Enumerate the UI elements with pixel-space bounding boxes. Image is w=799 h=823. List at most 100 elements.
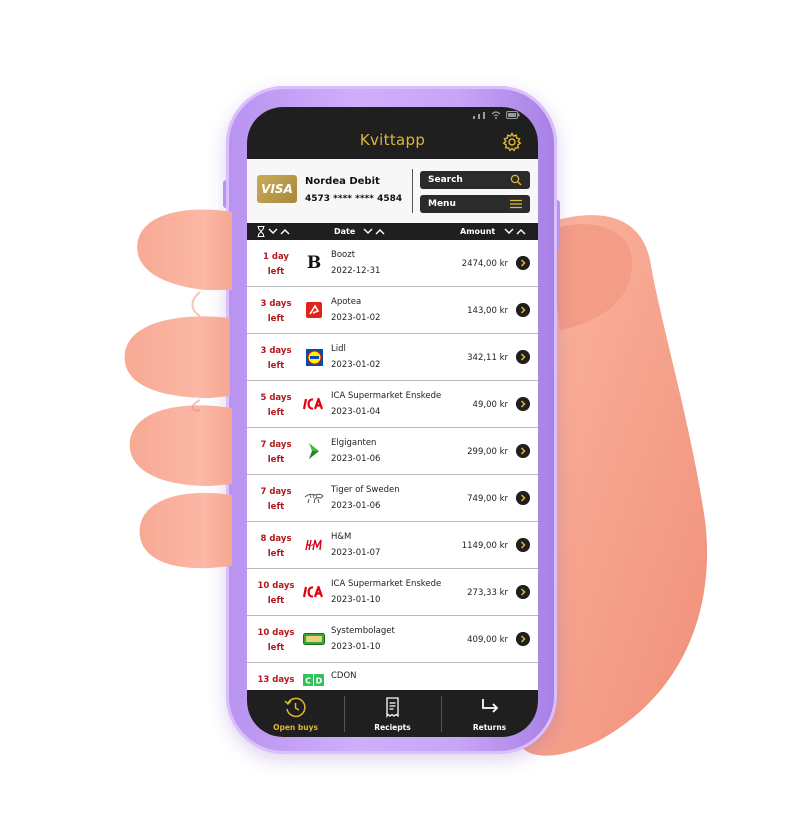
nav-label: Returns bbox=[472, 723, 507, 732]
hm-logo-icon bbox=[303, 536, 325, 554]
systembolaget-logo-icon bbox=[303, 630, 325, 648]
receipt-amount: 409,00 kr bbox=[467, 635, 508, 645]
receipt-date: 2023-01-07 bbox=[331, 548, 381, 558]
store-name: Lidl bbox=[331, 344, 346, 354]
nav-label: Reciepts bbox=[374, 723, 411, 732]
receipt-date: 2023-01-04 bbox=[331, 407, 381, 417]
days-count: 1 day bbox=[263, 252, 289, 262]
store-name: Boozt bbox=[331, 250, 356, 260]
cdon-logo-icon: CD bbox=[303, 671, 325, 689]
receipt-row[interactable]: 1 day left B Boozt 2022-12-31 2474,00 kr bbox=[247, 240, 538, 287]
elgiganten-logo-icon bbox=[303, 442, 325, 460]
receipt-date: 2023-01-06 bbox=[331, 454, 381, 464]
days-left: 10 days left bbox=[251, 626, 301, 656]
receipt-row[interactable]: 3 days left Apotea 2023-01-02 143,00 kr bbox=[247, 287, 538, 334]
days-suffix: left bbox=[267, 502, 285, 512]
days-count: 3 days bbox=[260, 299, 292, 309]
days-count: 3 days bbox=[260, 346, 292, 356]
receipt-row[interactable]: 7 days left Tiger of Sweden 2023-01-06 74… bbox=[247, 475, 538, 522]
apotea-logo-icon bbox=[303, 301, 325, 319]
receipt-row[interactable]: 10 days left ICA Supermarket Enskede 2023… bbox=[247, 569, 538, 616]
days-left: 3 days left bbox=[251, 344, 301, 374]
clock-history-icon bbox=[284, 697, 306, 718]
receipt-row[interactable]: 5 days left ICA Supermarket Enskede 2023-… bbox=[247, 381, 538, 428]
store-name: Tiger of Sweden bbox=[331, 485, 400, 495]
receipt-row[interactable]: 10 days left Systembolaget 2023-01-10 409… bbox=[247, 616, 538, 663]
card-panel: VISA Nordea Debit 4573 **** **** 4584 Se… bbox=[247, 159, 538, 223]
days-suffix: left bbox=[267, 643, 285, 653]
bottom-nav: Open buys Reciepts Returns bbox=[247, 690, 538, 737]
nav-open-buys[interactable]: Open buys bbox=[247, 690, 344, 737]
receipt-icon bbox=[386, 697, 399, 719]
days-count: 7 days bbox=[260, 487, 292, 497]
card-name: Nordea Debit bbox=[305, 176, 380, 187]
search-icon bbox=[510, 174, 522, 186]
store-name: Elgiganten bbox=[331, 438, 377, 448]
days-left: 5 days left bbox=[251, 391, 301, 421]
chevron-right-icon[interactable] bbox=[516, 538, 530, 552]
battery-icon bbox=[506, 111, 520, 119]
column-amount[interactable]: Amount bbox=[460, 227, 495, 236]
ica-logo-icon bbox=[303, 583, 325, 601]
days-suffix: left bbox=[267, 314, 285, 324]
days-count: 10 days bbox=[257, 581, 295, 591]
nav-returns[interactable]: Returns bbox=[441, 690, 538, 737]
receipt-amount: 1149,00 kr bbox=[461, 541, 508, 551]
chevron-right-icon[interactable] bbox=[516, 303, 530, 317]
chevron-right-icon[interactable] bbox=[516, 256, 530, 270]
chevron-right-icon[interactable] bbox=[516, 444, 530, 458]
hamburger-icon bbox=[510, 199, 522, 209]
days-left: 10 days left bbox=[251, 579, 301, 609]
boozt-logo-icon: B bbox=[306, 253, 322, 273]
search-button[interactable]: Search bbox=[420, 171, 530, 189]
wifi-icon bbox=[491, 111, 501, 119]
receipt-date: 2023-01-02 bbox=[331, 360, 381, 370]
status-bar bbox=[473, 111, 520, 119]
days-suffix: left bbox=[267, 549, 285, 559]
lidl-logo-icon bbox=[303, 348, 325, 366]
store-name: ICA Supermarket Enskede bbox=[331, 391, 442, 401]
svg-text:D: D bbox=[316, 677, 323, 686]
column-date[interactable]: Date bbox=[334, 227, 355, 236]
receipt-amount: 2474,00 kr bbox=[461, 259, 508, 269]
chevron-right-icon[interactable] bbox=[516, 585, 530, 599]
return-arrow-icon bbox=[482, 699, 499, 713]
receipt-date: 2023-01-10 bbox=[331, 595, 381, 605]
tiger-logo-icon bbox=[303, 489, 325, 507]
sort-toggle-icon[interactable] bbox=[504, 228, 526, 235]
gear-icon[interactable] bbox=[502, 132, 522, 152]
chevron-right-icon[interactable] bbox=[516, 491, 530, 505]
days-left: 7 days left bbox=[251, 438, 301, 468]
store-name: CDON bbox=[331, 671, 357, 681]
app-title: Kvittapp bbox=[359, 131, 426, 149]
ica-logo-icon bbox=[303, 395, 325, 413]
days-suffix: left bbox=[267, 408, 285, 418]
chevron-right-icon[interactable] bbox=[516, 350, 530, 364]
app-header: Kvittapp bbox=[247, 107, 538, 159]
store-name: Apotea bbox=[331, 297, 362, 307]
menu-button[interactable]: Menu bbox=[420, 195, 530, 213]
receipt-amount: 49,00 kr bbox=[472, 400, 508, 410]
days-count: 10 days bbox=[257, 628, 295, 638]
receipt-amount: 342,11 kr bbox=[467, 353, 508, 363]
hourglass-icon[interactable] bbox=[257, 226, 265, 237]
card-number: 4573 **** **** 4584 bbox=[305, 194, 403, 204]
search-label: Search bbox=[428, 175, 463, 185]
days-count: 7 days bbox=[260, 440, 292, 450]
store-name: H&M bbox=[331, 532, 352, 542]
days-left: 3 days left bbox=[251, 297, 301, 327]
receipt-date: 2023-01-10 bbox=[331, 642, 381, 652]
sort-toggle-icon[interactable] bbox=[268, 228, 290, 235]
receipt-amount: 299,00 kr bbox=[467, 447, 508, 457]
chevron-right-icon[interactable] bbox=[516, 397, 530, 411]
receipt-row[interactable]: 7 days left Elgiganten 2023-01-06 299,00 … bbox=[247, 428, 538, 475]
receipt-row[interactable]: 8 days left H&M 2023-01-07 1149,00 kr bbox=[247, 522, 538, 569]
days-left: 1 day left bbox=[251, 250, 301, 280]
sort-toggle-icon[interactable] bbox=[363, 228, 385, 235]
days-suffix: left bbox=[267, 455, 285, 465]
days-suffix: left bbox=[267, 267, 285, 277]
nav-receipts[interactable]: Reciepts bbox=[344, 690, 441, 737]
chevron-right-icon[interactable] bbox=[516, 632, 530, 646]
receipt-row[interactable]: 3 days left Lidl 2023-01-02 342,11 kr bbox=[247, 334, 538, 381]
phone-screen: Kvittapp VISA Nordea Debit 4573 **** ***… bbox=[247, 107, 538, 737]
